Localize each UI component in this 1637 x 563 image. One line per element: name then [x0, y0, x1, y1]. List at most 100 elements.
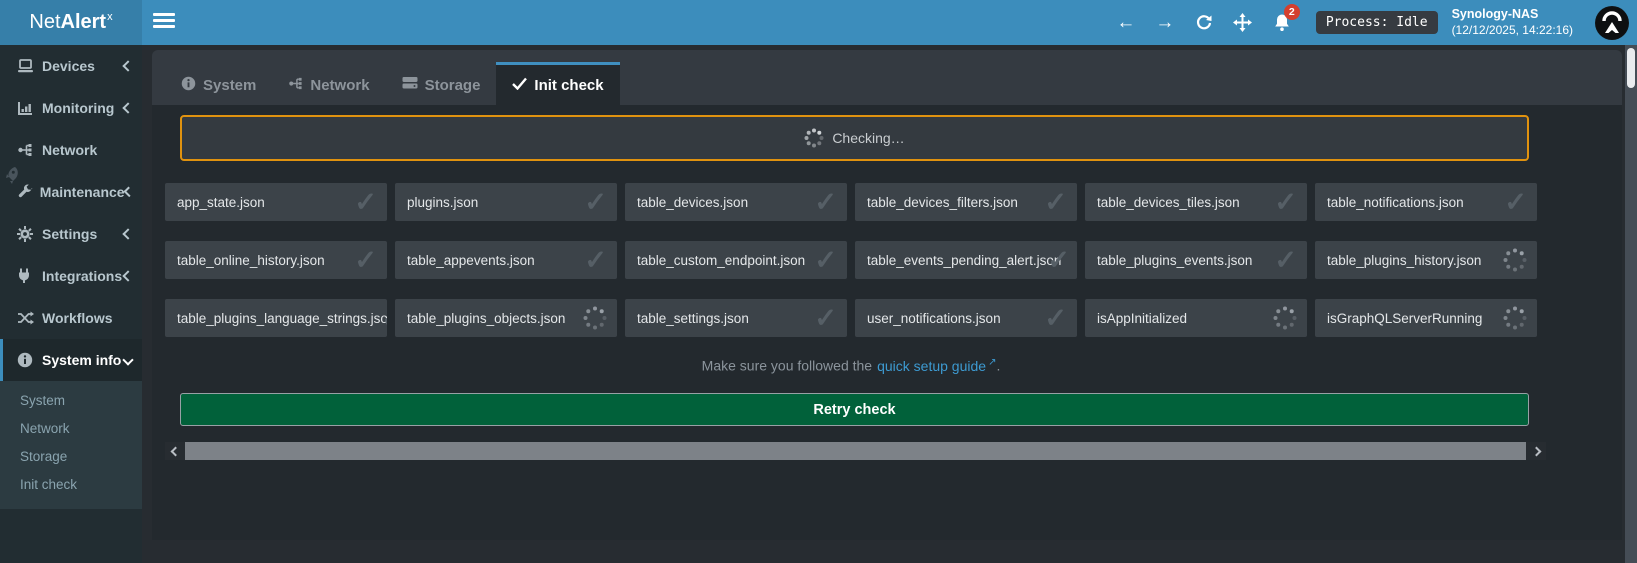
check-icon: ✓ — [381, 305, 387, 332]
brand-text: NetAlert​x — [29, 11, 112, 34]
info-icon — [181, 76, 196, 95]
grid-cell-label: table_custom_endpoint.json — [637, 253, 805, 268]
sidebar-item-label: Monitoring — [42, 100, 124, 116]
refresh-icon[interactable] — [1192, 14, 1216, 32]
check-icon: ✓ — [584, 189, 607, 216]
check-icon: ✓ — [814, 189, 837, 216]
host-timestamp: (12/12/2025, 14:22:16) — [1452, 23, 1573, 38]
check-icon: ✓ — [1274, 247, 1297, 274]
sidebar-item-label: System info — [42, 352, 124, 368]
grid-cell: table_notifications.json ✓ — [1315, 183, 1537, 221]
grid-cell-label: isAppInitialized — [1097, 311, 1187, 326]
message-suffix: . — [996, 358, 1000, 374]
grid-cell-label: app_state.json — [177, 195, 265, 210]
check-icon: ✓ — [814, 247, 837, 274]
sidebar-item-label: Settings — [42, 226, 124, 242]
sidebar-item-devices[interactable]: Devices — [0, 45, 142, 87]
grid-cell-label: table_plugins_language_strings.json — [177, 311, 387, 326]
grid-cell: table_devices_filters.json ✓ — [855, 183, 1077, 221]
top-navbar: NetAlert​x ← → 2 Process: Idle Synology-… — [0, 0, 1637, 45]
network-icon — [17, 142, 39, 158]
rocket-icon[interactable] — [1, 165, 21, 185]
sidebar-item-maintenance[interactable]: Maintenance — [0, 171, 142, 213]
chevron-left-icon — [122, 228, 133, 239]
grid-cell: isGraphQLServerRunning — [1315, 299, 1537, 337]
move-icon[interactable] — [1231, 13, 1255, 32]
shuffle-icon — [17, 311, 39, 325]
grid-cell-label: table_notifications.json — [1327, 195, 1464, 210]
scroll-right-button[interactable] — [1526, 442, 1546, 460]
check-icon: ✓ — [1044, 189, 1067, 216]
chevron-right-icon — [1531, 446, 1541, 456]
back-arrow-icon[interactable]: ← — [1114, 12, 1138, 34]
host-name: Synology-NAS — [1452, 7, 1573, 23]
submenu-item-init-check[interactable]: Init check — [0, 471, 142, 499]
notification-count-badge: 2 — [1284, 4, 1300, 20]
grid-cell-label: table_plugins_objects.json — [407, 311, 565, 326]
sidebar-item-workflows[interactable]: Workflows — [0, 297, 142, 339]
submenu-item-network[interactable]: Network — [0, 415, 142, 443]
sidebar-item-monitoring[interactable]: Monitoring — [0, 87, 142, 129]
sidebar-item-integrations[interactable]: Integrations — [0, 255, 142, 297]
scrollbar-thumb[interactable] — [185, 442, 1526, 460]
forward-arrow-icon[interactable]: → — [1153, 12, 1177, 34]
grid-cell-label: table_plugins_events.json — [1097, 253, 1252, 268]
hamburger-menu-icon[interactable] — [153, 13, 175, 32]
tab-label: Storage — [425, 77, 481, 94]
submenu-item-storage[interactable]: Storage — [0, 443, 142, 471]
tab-system[interactable]: System — [165, 62, 272, 105]
tab-label: Init check — [534, 77, 603, 94]
spinner-icon — [1273, 306, 1297, 330]
brand-logo[interactable]: NetAlert​x — [0, 0, 142, 45]
checking-label: Checking… — [832, 130, 904, 146]
tab-init-check[interactable]: Init check — [496, 62, 619, 105]
check-icon: ✓ — [1504, 189, 1527, 216]
horizontal-scrollbar — [165, 442, 1546, 460]
sidebar-item-settings[interactable]: Settings — [0, 213, 142, 255]
grid-cell: isAppInitialized — [1085, 299, 1307, 337]
user-avatar[interactable] — [1595, 6, 1629, 40]
tab-network[interactable]: Network — [272, 62, 385, 105]
message-prefix: Make sure you followed the — [702, 358, 872, 374]
sidebar-item-label: Workflows — [42, 310, 132, 326]
sidebar-item-network[interactable]: Network — [0, 129, 142, 171]
laptop-icon — [17, 59, 39, 74]
system-info-submenu: System Network Storage Init check — [0, 381, 142, 509]
chart-icon — [17, 101, 39, 116]
grid-cell: table_plugins_language_strings.json✓ — [165, 299, 387, 337]
chevron-left-icon — [122, 60, 133, 71]
wrench-icon — [17, 184, 37, 200]
grid-cell: table_devices.json✓ — [625, 183, 847, 221]
grid-cell-label: table_devices_tiles.json — [1097, 195, 1240, 210]
grid-cell-label: table_events_pending_alert.json — [867, 253, 1061, 268]
spinner-icon — [804, 128, 824, 148]
grid-cell-label: user_notifications.json — [867, 311, 1001, 326]
checking-banner: Checking… — [180, 115, 1529, 161]
spinner-icon — [1503, 248, 1527, 272]
grid-cell: table_settings.json✓ — [625, 299, 847, 337]
grid-cell-label: table_settings.json — [637, 311, 749, 326]
check-icon: ✓ — [1044, 305, 1067, 332]
check-icon — [512, 77, 527, 94]
sidebar-item-system-info[interactable]: System info — [0, 339, 142, 381]
init-check-grid: app_state.json✓plugins.json✓table_device… — [165, 183, 1543, 337]
chevron-left-icon — [122, 102, 133, 113]
chevron-down-icon — [122, 354, 133, 365]
submenu-item-system[interactable]: System — [0, 387, 142, 415]
check-icon: ✓ — [1274, 189, 1297, 216]
host-info: Synology-NAS (12/12/2025, 14:22:16) — [1452, 7, 1573, 38]
netalertx-app: NetAlert​x ← → 2 Process: Idle Synology-… — [0, 0, 1637, 563]
tab-storage[interactable]: Storage — [386, 62, 497, 105]
info-icon — [17, 352, 39, 368]
retry-check-button[interactable]: Retry check — [180, 393, 1529, 426]
gear-icon — [17, 226, 39, 242]
sidebar-item-label: Network — [42, 142, 132, 158]
grid-cell: plugins.json✓ — [395, 183, 617, 221]
quick-setup-guide-link[interactable]: quick setup guide — [877, 358, 986, 374]
grid-cell-label: table_devices_filters.json — [867, 195, 1018, 210]
scroll-left-button[interactable] — [165, 442, 185, 460]
vertical-scrollbar-thumb[interactable] — [1627, 48, 1635, 88]
grid-cell: table_online_history.json✓ — [165, 241, 387, 279]
vertical-scrollbar[interactable] — [1625, 45, 1637, 563]
notifications-bell-icon[interactable]: 2 — [1270, 13, 1294, 32]
